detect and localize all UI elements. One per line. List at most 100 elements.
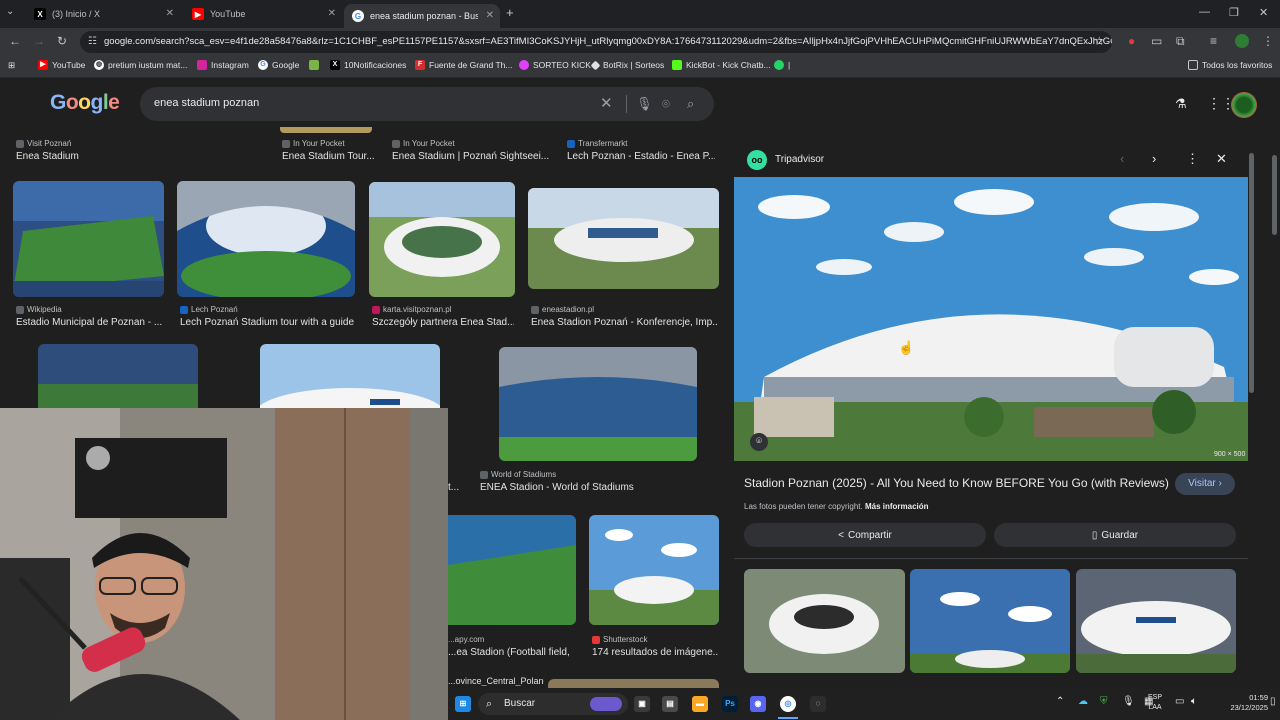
bookmark-sorteo-kick[interactable]: SORTEO KICK — [519, 60, 591, 70]
network-icon[interactable]: ▭ — [1175, 696, 1184, 707]
discord-icon[interactable]: ◉ — [750, 696, 766, 712]
result-title[interactable]: Enea Stadium | Poznań Sightseei... — [392, 151, 552, 162]
bookmark-pinwheel[interactable] — [309, 60, 323, 70]
related-image[interactable] — [1076, 569, 1236, 673]
clock[interactable]: 01:59 23/12/2025 — [1218, 693, 1268, 713]
windows-start-icon[interactable]: ⊞ — [455, 696, 471, 712]
result-title[interactable]: 174 resultados de imágene... — [592, 647, 718, 658]
panel-scrollbar[interactable] — [1248, 143, 1256, 673]
close-panel-icon[interactable]: ✕ — [1216, 151, 1227, 167]
result-title[interactable]: Lech Poznan - Estadio - Enea P... — [567, 151, 715, 162]
panel-title[interactable]: Stadion Poznan (2025) - All You Need to … — [744, 476, 1174, 490]
more-info-link[interactable]: Más información — [865, 502, 929, 511]
result-title[interactable]: Estadio Municipal de Poznan - ... — [16, 317, 164, 328]
security-icon[interactable]: ⛨ — [1100, 696, 1108, 707]
lens-search-icon[interactable]: ⌾ — [750, 433, 768, 451]
bookmark-google[interactable]: G Google — [258, 60, 299, 70]
previous-image-icon[interactable]: ‹ — [1120, 151, 1124, 166]
panel-source[interactable]: Tripadvisor — [775, 154, 824, 165]
partial-thumbnail[interactable] — [280, 127, 372, 133]
volume-icon[interactable]: 🔈︎ — [1191, 696, 1197, 707]
site-info-icon[interactable]: ☷ — [88, 31, 97, 53]
reload-icon[interactable]: ↻ — [57, 34, 67, 48]
bookmark-kickbot[interactable]: KickBot - Kick Chatb... — [672, 60, 771, 70]
bookmark-pretium[interactable]: ◍ pretium iustum mat... — [94, 60, 187, 70]
image-result[interactable] — [177, 181, 355, 297]
search-input[interactable]: enea stadium poznan — [154, 97, 259, 109]
visit-button[interactable]: Visitar › — [1175, 473, 1235, 495]
panel-scrollbar-thumb[interactable] — [1249, 153, 1254, 393]
image-result[interactable] — [13, 181, 164, 297]
result-title[interactable]: Szczegóły partnera Enea Stad... — [372, 317, 514, 328]
tab-x[interactable]: X (3) Inicio / X ✕ — [26, 0, 180, 28]
tab-search-chevron-icon[interactable]: ⌄ — [6, 6, 14, 17]
new-tab-button[interactable]: + — [506, 5, 514, 20]
image-result[interactable] — [260, 344, 440, 408]
more-options-icon[interactable]: ⋮ — [1186, 151, 1199, 167]
image-result[interactable] — [589, 515, 719, 625]
all-bookmarks[interactable]: Todos los favoritos — [1188, 60, 1272, 70]
image-result[interactable] — [369, 182, 515, 297]
labs-flask-icon[interactable]: ⚗ — [1175, 96, 1187, 112]
forward-icon[interactable]: → — [33, 34, 45, 48]
clear-search-icon[interactable]: ✕ — [600, 94, 613, 112]
onedrive-icon[interactable]: ☁ — [1078, 696, 1088, 707]
image-result[interactable] — [38, 344, 198, 408]
result-title[interactable]: Enea Stadium Tour... — [282, 151, 378, 162]
address-bar[interactable]: ☷ google.com/search?sca_esv=e4f1de28a584… — [80, 31, 1112, 53]
image-result[interactable] — [528, 188, 719, 289]
task-view-icon[interactable]: ▣ — [634, 696, 650, 712]
result-title[interactable]: Lech Poznań Stadium tour with a guide — [180, 317, 360, 328]
image-result[interactable] — [499, 347, 697, 461]
language-indicator[interactable]: ESP LAA — [1142, 693, 1168, 713]
related-image[interactable] — [910, 569, 1070, 673]
close-window-icon[interactable]: ✕ — [1259, 6, 1268, 19]
microphone-icon[interactable]: 🎙︎ — [636, 96, 653, 112]
extensions-puzzle-icon[interactable]: ⧉ — [1176, 34, 1185, 49]
result-title[interactable]: ...ovince_Central_Poland.html — [448, 676, 544, 686]
file-explorer-icon[interactable]: ▬ — [692, 696, 708, 712]
close-tab-icon[interactable]: ✕ — [328, 8, 336, 19]
bookmark-youtube[interactable]: ▶ YouTube — [38, 60, 85, 70]
app-icon[interactable]: ◌ — [810, 696, 826, 712]
result-title[interactable]: ENEA Stadion - World of Stadiums — [480, 482, 710, 493]
photoshop-icon[interactable]: Ps — [722, 696, 738, 712]
microphone-tray-icon[interactable]: 🎙︎ — [1122, 696, 1135, 707]
extension-card-icon[interactable]: ▭ — [1151, 34, 1162, 48]
lens-icon[interactable]: ⌾ — [662, 96, 670, 112]
tab-youtube[interactable]: ▶ YouTube ✕ — [184, 0, 342, 28]
close-tab-icon[interactable]: ✕ — [486, 10, 494, 21]
tab-google-search[interactable]: G enea stadium poznan - Buscar ✕ — [344, 4, 500, 28]
image-result[interactable] — [448, 515, 576, 625]
account-avatar[interactable] — [1231, 92, 1257, 118]
result-title[interactable]: Enea Stadium — [16, 151, 166, 162]
media-control-icon[interactable]: ≡ — [1210, 34, 1217, 48]
bookmark-notificaciones[interactable]: X 10Notificaciones — [330, 60, 406, 70]
menu-kebab-icon[interactable]: ⋮ — [1262, 34, 1274, 48]
next-image-icon[interactable]: › — [1152, 151, 1156, 166]
page-scrollbar[interactable] — [1268, 143, 1280, 673]
tray-chevron-icon[interactable]: ⌃ — [1056, 696, 1064, 707]
preview-image[interactable] — [734, 177, 1248, 461]
scrollbar-thumb[interactable] — [1272, 155, 1277, 235]
notifications-icon[interactable]: ▯ — [1270, 696, 1276, 707]
related-image[interactable] — [744, 569, 905, 673]
back-icon[interactable]: ← — [9, 34, 21, 48]
result-title[interactable]: ...ea Stadion (Football field, s... — [448, 647, 572, 658]
restore-icon[interactable]: ❐ — [1229, 6, 1239, 19]
save-button[interactable]: ▯ Guardar — [994, 523, 1236, 547]
bookmark-gta-font[interactable]: F Fuente de Grand Th... — [415, 60, 512, 70]
minimize-icon[interactable]: — — [1199, 6, 1210, 18]
bookmark-instagram[interactable]: Instagram — [197, 60, 249, 70]
search-box[interactable]: enea stadium poznan ✕ 🎙︎ ⌾ ⌕ — [140, 87, 714, 121]
image-result[interactable] — [548, 679, 719, 688]
share-button[interactable]: < Compartir — [744, 523, 986, 547]
profile-avatar[interactable] — [1235, 34, 1249, 48]
bookmark-star-icon[interactable]: ☆ — [1094, 34, 1105, 48]
bookmark-botrix[interactable]: BotRix | Sorteos — [590, 60, 664, 70]
result-title[interactable]: Enea Stadion Poznań - Konferencje, Imp..… — [531, 317, 717, 328]
apps-grid-icon[interactable]: ⊞ — [8, 60, 15, 71]
taskbar-search[interactable]: ⌕ Buscar — [478, 693, 628, 715]
search-icon[interactable]: ⌕ — [687, 96, 694, 112]
extension-red-icon[interactable]: ● — [1128, 34, 1135, 48]
